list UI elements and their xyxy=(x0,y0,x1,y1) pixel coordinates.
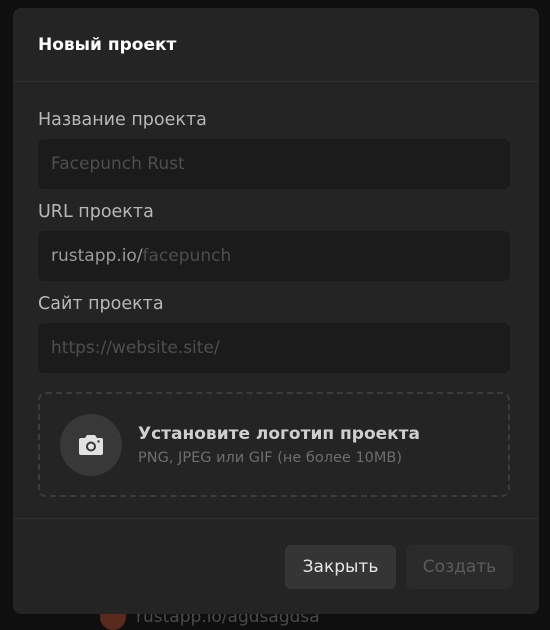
new-project-modal: Новый проект Название проекта URL проект… xyxy=(13,8,539,614)
create-button[interactable]: Создать xyxy=(406,545,513,589)
modal-header: Новый проект xyxy=(13,8,539,82)
project-site-label: Сайт проекта xyxy=(38,294,164,314)
project-url-label: URL проекта xyxy=(38,202,154,222)
logo-upload-texts: Установите логотип проекта PNG, JPEG или… xyxy=(138,424,420,466)
logo-upload-subtitle: PNG, JPEG или GIF (не более 10MB) xyxy=(138,449,403,466)
modal-title: Новый проект xyxy=(38,35,177,55)
logo-upload-title: Установите логотип проекта xyxy=(138,423,421,444)
project-url-input[interactable]: rustapp.io/facepunch xyxy=(38,231,510,281)
close-button[interactable]: Закрыть xyxy=(285,545,396,589)
project-url-placeholder: facepunch xyxy=(142,246,232,266)
project-name-input[interactable] xyxy=(38,139,510,189)
modal-footer: Закрыть Создать xyxy=(13,518,539,614)
logo-upload-dropzone[interactable]: Установите логотип проекта PNG, JPEG или… xyxy=(38,392,510,497)
project-url-field: URL проекта rustapp.io/facepunch xyxy=(38,201,514,281)
project-name-field: Название проекта xyxy=(38,109,514,189)
logo-upload-icon-circle xyxy=(60,413,122,476)
project-name-label: Название проекта xyxy=(38,110,207,130)
project-site-field: Сайт проекта xyxy=(38,293,514,373)
project-site-input[interactable] xyxy=(38,323,510,373)
camera-icon xyxy=(79,434,103,455)
project-url-prefix: rustapp.io/ xyxy=(51,246,143,266)
modal-body: Название проекта URL проекта rustapp.io/… xyxy=(13,82,539,497)
